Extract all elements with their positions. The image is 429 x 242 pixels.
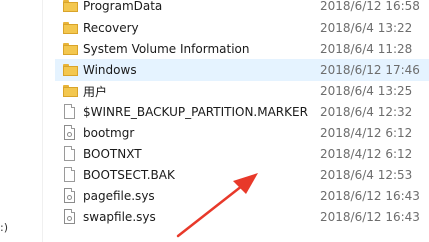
- annotation-arrow: [176, 173, 258, 238]
